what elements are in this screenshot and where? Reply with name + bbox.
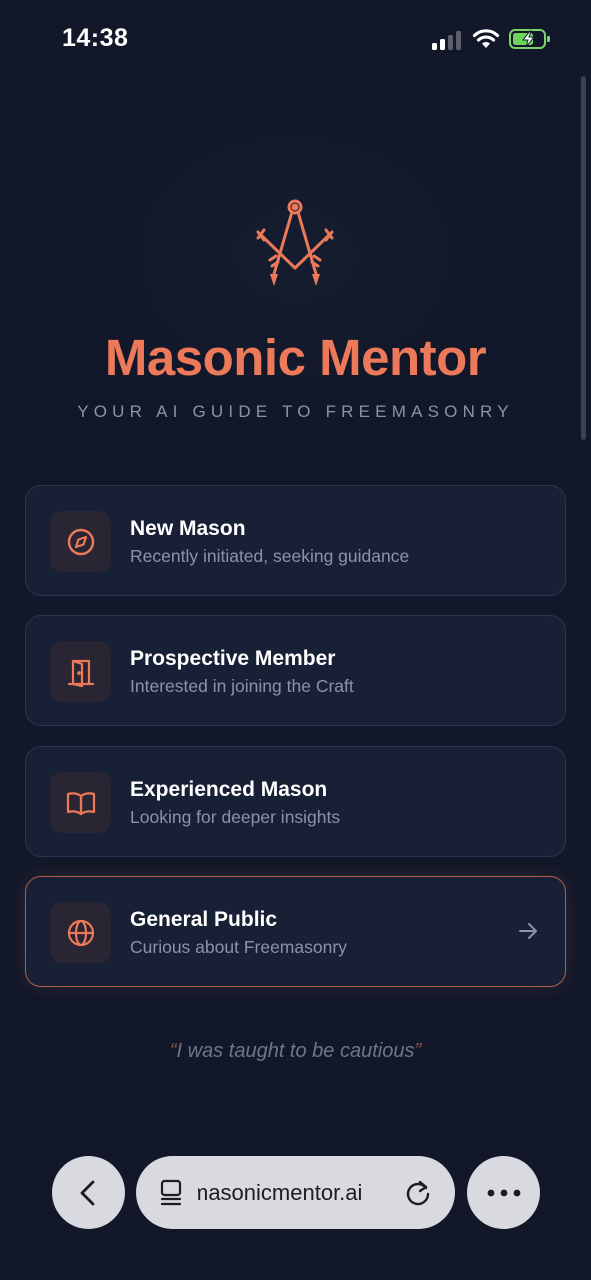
status-time: 14:38 — [62, 24, 129, 52]
ellipsis-icon — [487, 1189, 520, 1196]
app-subtitle: YOUR AI GUIDE TO FREEMASONRY — [77, 402, 514, 421]
app-screen: 14:38 Masonic Mentor YOUR AI GUIDE TO FR… — [0, 0, 591, 1280]
compass-and-keys-icon — [256, 199, 334, 286]
back-button[interactable] — [52, 1156, 125, 1229]
quote-text: “I was taught to be cautious” — [0, 1040, 591, 1063]
compass-icon — [67, 528, 94, 555]
option-icon-box — [50, 772, 111, 833]
cellular-signal-icon — [432, 31, 461, 50]
option-card-new-mason[interactable]: New Mason Recently initiated, seeking gu… — [25, 485, 566, 596]
address-bar[interactable]: masonicmentor.ai — [136, 1156, 455, 1229]
open-book-icon — [66, 791, 95, 815]
option-description: Looking for deeper insights — [130, 807, 341, 827]
option-label: General Public — [130, 908, 278, 931]
option-description: Recently initiated, seeking guidance — [130, 546, 410, 566]
browser-toolbar: masonicmentor.ai — [0, 1150, 591, 1234]
wifi-icon — [472, 29, 500, 48]
option-description: Interested in joining the Craft — [130, 676, 354, 696]
option-label: Prospective Member — [130, 647, 336, 670]
status-bar: 14:38 — [0, 0, 591, 80]
arrow-right-icon — [519, 923, 537, 939]
option-card-prospective-member[interactable]: Prospective Member Interested in joining… — [25, 615, 566, 726]
option-card-experienced-mason[interactable]: Experienced Mason Looking for deeper ins… — [25, 746, 566, 857]
option-label: New Mason — [130, 517, 246, 540]
option-description: Curious about Freemasonry — [130, 937, 347, 957]
more-options-button[interactable] — [467, 1156, 540, 1229]
option-label: Experienced Mason — [130, 778, 328, 801]
option-icon-box — [50, 902, 111, 963]
quote-open-mark: “ — [169, 1040, 177, 1062]
globe-icon — [67, 919, 94, 946]
tab-overview-icon[interactable] — [158, 1179, 186, 1207]
option-card-general-public[interactable]: General Public Curious about Freemasonry — [25, 876, 566, 987]
option-icon-box — [50, 511, 111, 572]
url-text[interactable]: masonicmentor.ai — [198, 1180, 398, 1206]
quote-close-mark: ” — [414, 1040, 422, 1062]
app-title: Masonic Mentor — [104, 329, 487, 386]
chevron-left-icon — [80, 1180, 94, 1205]
quote-body: I was taught to be cautious — [176, 1040, 415, 1062]
option-icon-box — [50, 641, 111, 702]
reload-icon[interactable] — [403, 1178, 433, 1208]
battery-charging-icon — [509, 29, 550, 49]
door-icon — [67, 659, 94, 687]
